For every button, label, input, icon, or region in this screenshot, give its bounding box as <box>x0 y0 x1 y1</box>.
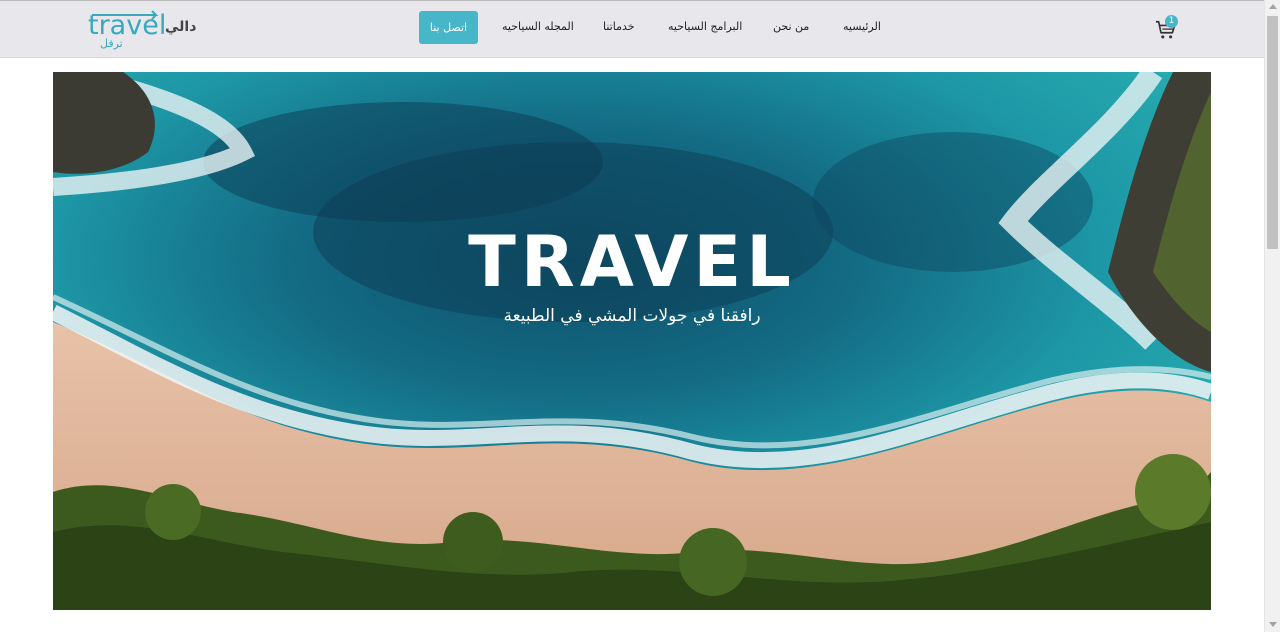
hero-title: TRAVEL <box>468 221 796 303</box>
logo-mark: travel دالي ترفل <box>88 10 196 50</box>
navbar: travel دالي ترفل الرئيسيه من نحن البرامج… <box>0 1 1264 58</box>
cart-count-badge: 1 <box>1165 15 1178 28</box>
nav-item-home[interactable]: الرئيسيه <box>843 20 881 33</box>
nav-item-services[interactable]: خدماتنا <box>603 20 635 33</box>
page: travel دالي ترفل الرئيسيه من نحن البرامج… <box>0 0 1280 632</box>
scrollbar-thumb[interactable] <box>1267 16 1278 249</box>
hero-banner: TRAVEL رافقنا في جولات المشي في الطبيعة <box>53 72 1211 610</box>
logo-arabic: دالي <box>165 19 196 35</box>
scroll-up-arrow-icon[interactable] <box>1269 4 1277 9</box>
logo-subtitle: ترفل <box>100 37 123 50</box>
hero-beach-image <box>53 72 1211 610</box>
site-logo[interactable]: travel دالي ترفل <box>86 7 201 51</box>
scroll-down-arrow-icon[interactable] <box>1269 622 1277 627</box>
cart-button[interactable]: 1 <box>1153 15 1183 43</box>
contact-button[interactable]: اتصل بنا <box>419 11 478 44</box>
nav-item-programs[interactable]: البرامج السياحيه <box>668 20 742 33</box>
hero-subtitle: رافقنا في جولات المشي في الطبيعة <box>503 306 761 326</box>
nav-item-magazine[interactable]: المجله السياحيه <box>502 20 574 33</box>
nav-item-about[interactable]: من نحن <box>773 20 809 33</box>
vertical-scrollbar[interactable] <box>1264 0 1280 632</box>
